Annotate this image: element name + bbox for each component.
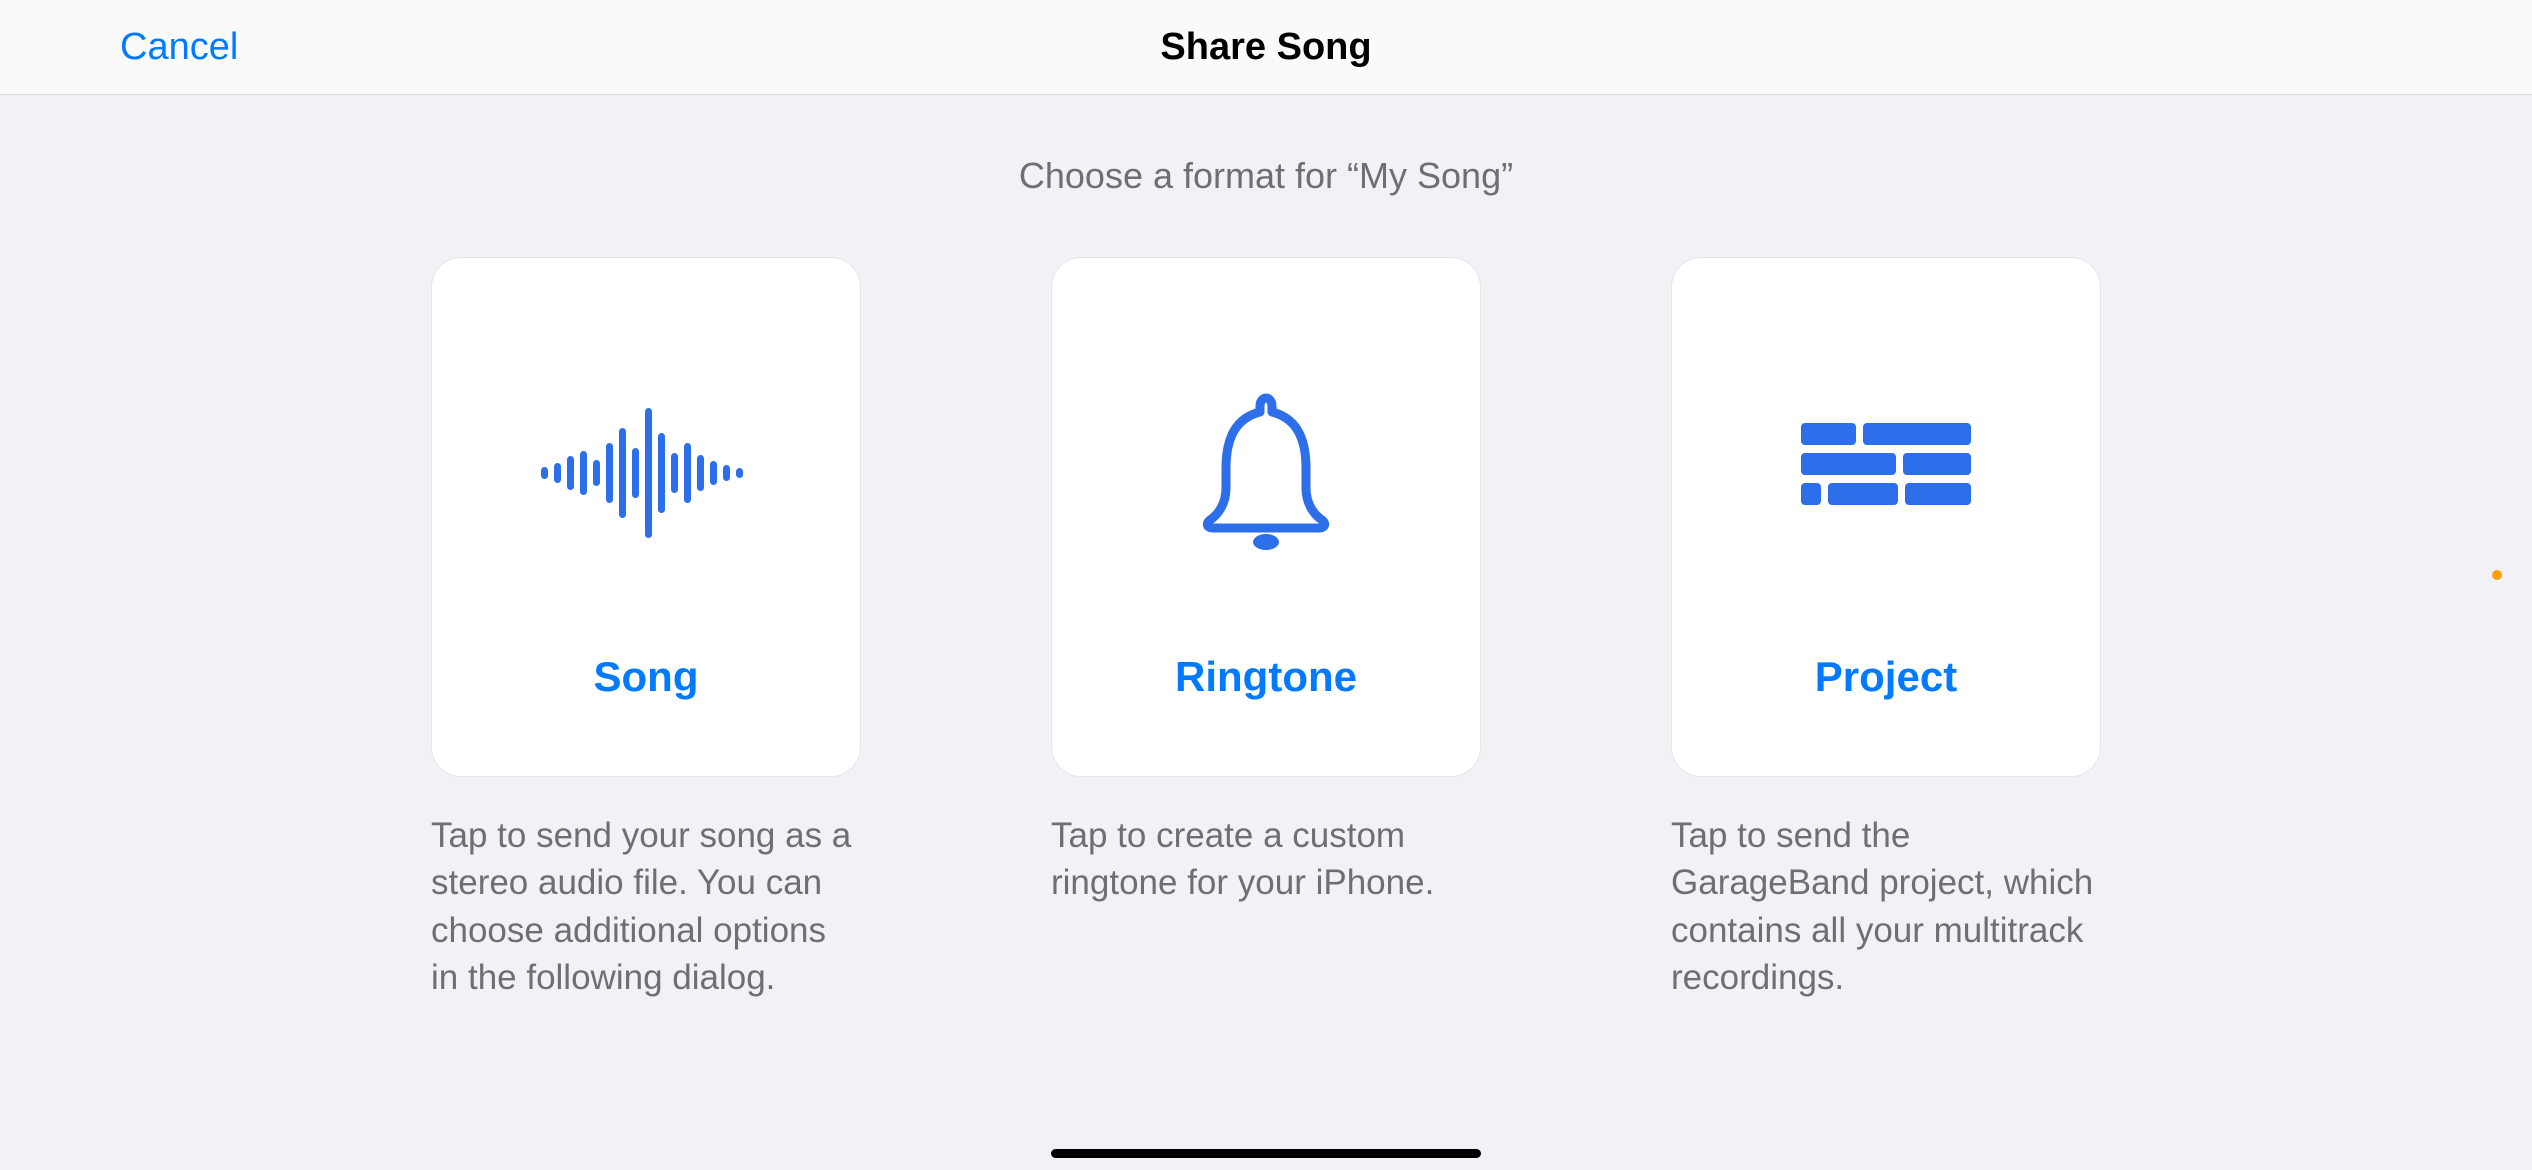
option-project: Project Tap to send the GarageBand proje…: [1671, 257, 2101, 1001]
cancel-button[interactable]: Cancel: [120, 26, 238, 69]
subtitle: Choose a format for “My Song”: [1019, 155, 1513, 197]
song-card-title: Song: [594, 653, 699, 701]
page-title: Share Song: [1160, 26, 1371, 69]
waveform-icon: [432, 333, 860, 613]
song-card-description: Tap to send your song as a stereo audio …: [431, 812, 861, 1001]
project-card[interactable]: Project: [1671, 257, 2101, 777]
recording-indicator-dot: [2492, 570, 2502, 580]
bell-icon: [1052, 333, 1480, 613]
song-card[interactable]: Song: [431, 257, 861, 777]
home-indicator[interactable]: [1051, 1149, 1481, 1158]
project-card-description: Tap to send the GarageBand project, whic…: [1671, 812, 2101, 1001]
ringtone-card-title: Ringtone: [1175, 653, 1357, 701]
ringtone-card[interactable]: Ringtone: [1051, 257, 1481, 777]
content-area: Choose a format for “My Song”: [0, 95, 2532, 1001]
option-ringtone: Ringtone Tap to create a custom ringtone…: [1051, 257, 1481, 1001]
ringtone-card-description: Tap to create a custom ringtone for your…: [1051, 812, 1481, 907]
tracks-icon: [1672, 333, 2100, 613]
nav-header: Cancel Share Song: [0, 0, 2532, 95]
format-cards-row: Song Tap to send your song as a stereo a…: [431, 257, 2101, 1001]
option-song: Song Tap to send your song as a stereo a…: [431, 257, 861, 1001]
project-card-title: Project: [1815, 653, 1957, 701]
